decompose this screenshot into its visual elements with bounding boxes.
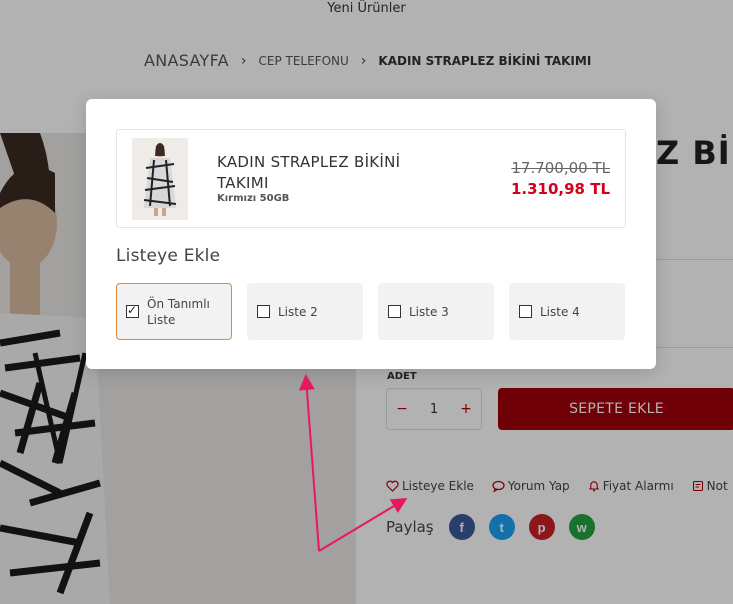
product-variant: Kırmızı 50GB [217,193,290,204]
new-price: 1.310,98 TL [510,180,610,198]
old-price: 17.700,00 TL [511,159,610,177]
list-option-3[interactable]: Liste 3 [378,283,494,340]
list-option-default[interactable]: ✓ Ön Tanımlı Liste [116,283,232,340]
wishlist-options: ✓ Ön Tanımlı Liste Liste 2 Liste 3 Liste… [116,283,625,340]
product-name: KADIN STRAPLEZ BİKİNİ TAKIMI [217,153,401,192]
checkmark-icon: ✓ [127,303,138,317]
add-to-list-modal: KADIN STRAPLEZ BİKİNİ TAKIMI Kırmızı 50G… [86,99,656,369]
list-option-label: Liste 2 [278,304,318,319]
list-option-label: Liste 3 [409,304,449,319]
checkbox-checked[interactable]: ✓ [126,303,139,318]
checkbox[interactable] [388,305,401,318]
modal-product-card: KADIN STRAPLEZ BİKİNİ TAKIMI Kırmızı 50G… [116,129,626,228]
checkbox[interactable] [519,305,532,318]
checkbox[interactable] [257,305,270,318]
list-option-label: Ön Tanımlı Liste [147,296,210,327]
modal-section-title: Listeye Ekle [116,246,221,266]
list-option-2[interactable]: Liste 2 [247,283,363,340]
product-thumbnail [132,138,188,220]
list-option-4[interactable]: Liste 4 [509,283,625,340]
list-option-label: Liste 4 [540,304,580,319]
